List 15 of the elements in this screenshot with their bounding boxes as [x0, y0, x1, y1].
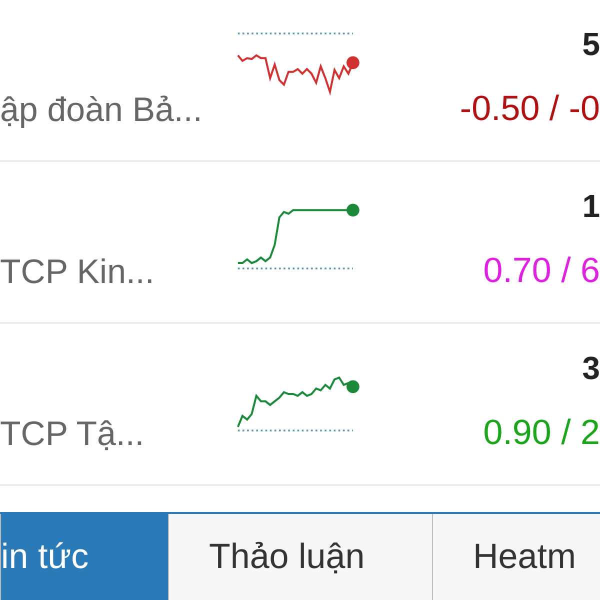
stock-price: 3	[582, 350, 600, 387]
tab[interactable]: Heatm	[432, 514, 600, 600]
stock-name: TCP Kin...	[0, 253, 156, 292]
stock-name: ập đoàn Bả...	[0, 91, 204, 130]
tab[interactable]: Thảo luận	[168, 514, 432, 600]
stock-row[interactable]: TCP Kin... 1 0.70 / 6	[0, 162, 600, 324]
stock-name: TCP Tậ...	[0, 415, 146, 454]
price-change: -0.50 / -0	[460, 89, 600, 129]
stock-price: 1	[582, 188, 600, 225]
price-change: 0.90 / 2	[483, 413, 600, 453]
stock-row[interactable]: ập đoàn Bả... 5 -0.50 / -0	[0, 0, 600, 162]
stock-row[interactable]: TCP Tậ... 3 0.90 / 2	[0, 324, 600, 486]
tab[interactable]: in tức	[0, 514, 168, 600]
stock-price: 5	[582, 26, 600, 63]
price-change: 0.70 / 6	[483, 251, 600, 291]
